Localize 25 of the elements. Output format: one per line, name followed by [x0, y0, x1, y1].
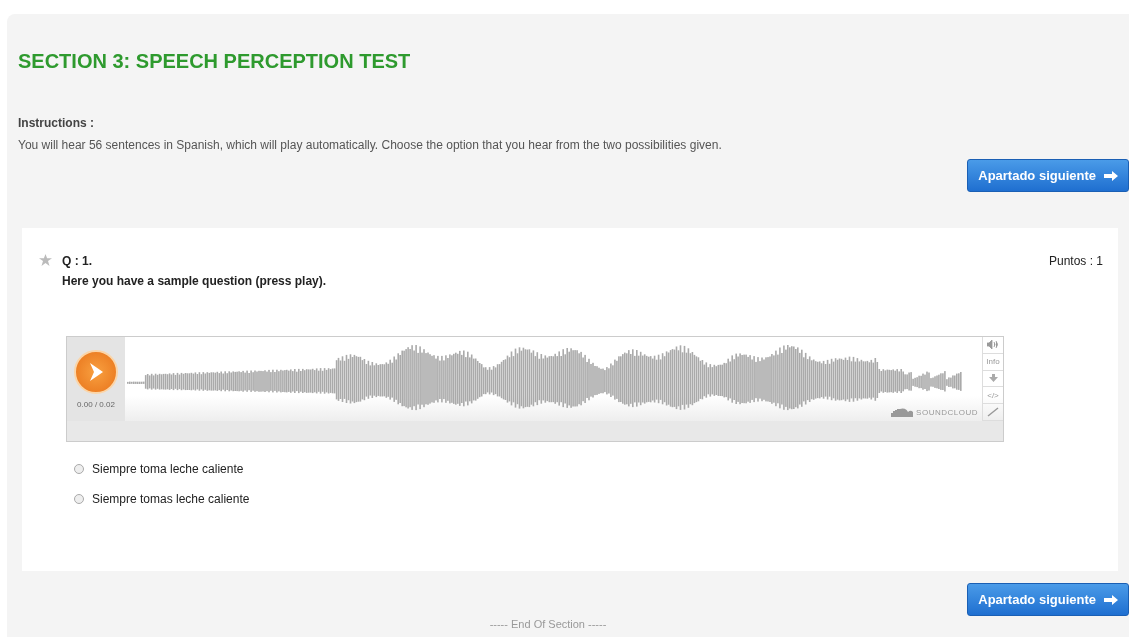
volume-icon[interactable] — [983, 337, 1003, 354]
question-number: Q : 1. — [62, 254, 93, 268]
arrow-right-icon — [1104, 170, 1118, 181]
arrow-right-icon — [1104, 594, 1118, 605]
brand-label: SOUNDCLOUD — [916, 407, 978, 417]
question-prompt: Here you have a sample question (press play). — [62, 274, 327, 288]
next-section-button[interactable]: Apartado siguiente — [967, 159, 1129, 192]
option-label[interactable]: Siempre toma leche caliente — [92, 462, 244, 476]
section-title: SECTION 3: SPEECH PERCEPTION TEST — [17, 49, 412, 68]
slash-icon[interactable] — [983, 404, 1003, 421]
instructions-label: Instructions : — [18, 116, 95, 130]
playback-time: 0.00 / 0.02 — [77, 399, 115, 409]
instructions-text: You will hear 56 sentences in Spanish, which will play automatically. Choose the option that you hear from the two possibilities given. — [18, 138, 723, 152]
next-section-button[interactable]: Apartado siguiente — [967, 583, 1129, 616]
info-button[interactable]: Info — [983, 353, 1003, 371]
end-of-section-label: ----- End Of Section ----- — [488, 618, 608, 630]
radio-button[interactable] — [74, 494, 84, 504]
star-icon[interactable] — [39, 254, 52, 266]
option-label[interactable]: Siempre tomas leche caliente — [92, 492, 250, 506]
embed-button[interactable]: </> — [983, 387, 1003, 405]
play-button[interactable] — [74, 349, 118, 394]
points-label: Puntos : 1 — [1048, 254, 1103, 268]
play-icon — [88, 361, 104, 382]
cloud-icon — [891, 407, 914, 417]
radio-button[interactable] — [74, 464, 84, 474]
